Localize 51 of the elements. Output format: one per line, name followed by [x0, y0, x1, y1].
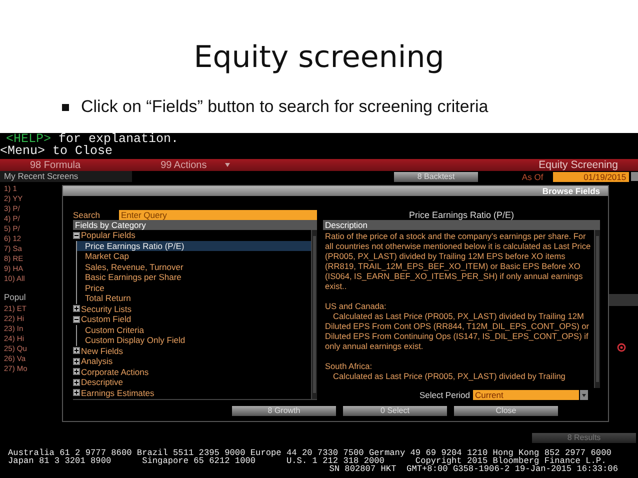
contact-line: SN 802807 HKT GMT+8:00 G358-1906-2 19-Jan-2015 16:33:06 — [328, 465, 619, 473]
tree-item[interactable]: New Fields — [81, 346, 124, 356]
description-header: Description — [323, 220, 600, 230]
recent-screens-label: My Recent Screens — [0, 171, 132, 182]
contact-line: Australia 61 2 9777 8600 Brazil 5511 2395 9000 Europe 44 20 7330 7500 Germany 49 69 9204 1210 Hong Kong 852 2977 6000 — [7, 449, 612, 457]
date-field[interactable]: 01/19/2015 — [553, 172, 630, 182]
bullet-icon — [62, 104, 69, 110]
tree-item[interactable]: Earnings Estimates — [81, 388, 154, 398]
period-dropdown[interactable]: Current — [473, 390, 579, 400]
expander-icon[interactable] — [73, 389, 80, 396]
expander-icon[interactable] — [73, 368, 80, 376]
description-paragraph: US and Canada: — [325, 301, 388, 311]
expander-icon[interactable] — [73, 232, 80, 239]
contact-line: Japan 81 3 3201 8900 Singapore 65 6212 1000 U.S. 1 212 318 2000 Copyright 2015 Bloomberg Finance L.P. — [7, 457, 606, 465]
screen-title: Equity Screening — [538, 159, 618, 171]
tree-item[interactable]: Popular Fields — [81, 230, 136, 240]
bullet-text: Click on “Fields” button to search for screening criteria — [81, 97, 488, 117]
scrollbar[interactable] — [594, 230, 600, 388]
slide-title: Equity screening — [194, 40, 444, 75]
target-icon — [617, 343, 626, 352]
help-text: for explanation. — [58, 133, 179, 146]
tree-item[interactable]: Custom Field — [81, 314, 132, 324]
description-paragraph: Ratio of the price of a stock and the company's earnings per share. For all countries not otherwise mentioned below it is calculated as Last Price (PR005, PX_LAST) divided by Trailing 12M EPS before XO items (RR819, TRAIL_12M_EPS_BEF_XO_ITEM) or Basic EPS Before XO (IS064, IS_EARN_BEF_XO_ITEMS_PER_SH) if only annual earnings exist.. — [325, 231, 592, 291]
dropdown-icon[interactable] — [580, 390, 588, 400]
search-label: Search — [73, 210, 101, 220]
help-key: <HELP> — [6, 133, 52, 146]
search-field[interactable]: Enter Query — [119, 210, 317, 220]
menu-hint: <Menu> to Close — [0, 145, 113, 157]
tree-item[interactable]: Corporate Actions — [81, 366, 149, 377]
expander-icon[interactable] — [73, 358, 80, 365]
expander-icon[interactable] — [73, 347, 80, 354]
expander-icon[interactable] — [73, 378, 80, 386]
as-of-label: As Of — [522, 172, 544, 182]
description-paragraph: Calculated as Last Price (PR005, PX_LAST) divided by Trailing — [332, 371, 566, 381]
popular-screens-label: Popul — [4, 292, 27, 302]
scrollbar[interactable] — [311, 230, 317, 399]
description-paragraph: South Africa: — [325, 361, 374, 371]
tree-item[interactable]: Analysis — [81, 356, 113, 366]
expander-icon[interactable] — [73, 305, 80, 312]
tree-header: Fields by Category — [73, 220, 317, 230]
description-paragraph: Calculated as Last Price (PR005, PX_LAST) divided by Trailing 12M Diluted EPS From Cont OPS (RR844, T12M_DIL_EPS_CONT_OPS) or Diluted EPS From Continuing Ops (IS147, IS_DIL_EPS_CONT_OPS) if only annual earnings exist. — [325, 311, 590, 351]
menu-item[interactable]: 98 Formula — [30, 160, 81, 170]
dialog-title: Browse Fields — [542, 186, 600, 196]
caret-icon — [224, 163, 230, 167]
field-title: Price Earnings Ratio (P/E) — [408, 210, 516, 220]
expander-icon[interactable] — [73, 316, 80, 323]
tree-item[interactable]: Security Lists — [81, 304, 132, 314]
period-label: Select Period — [419, 390, 470, 400]
tree-item[interactable]: Descriptive — [81, 377, 124, 388]
menu-item[interactable]: 99 Actions — [160, 160, 207, 170]
tree-item[interactable]: Price Earnings Ratio (P/E) — [76, 240, 311, 251]
